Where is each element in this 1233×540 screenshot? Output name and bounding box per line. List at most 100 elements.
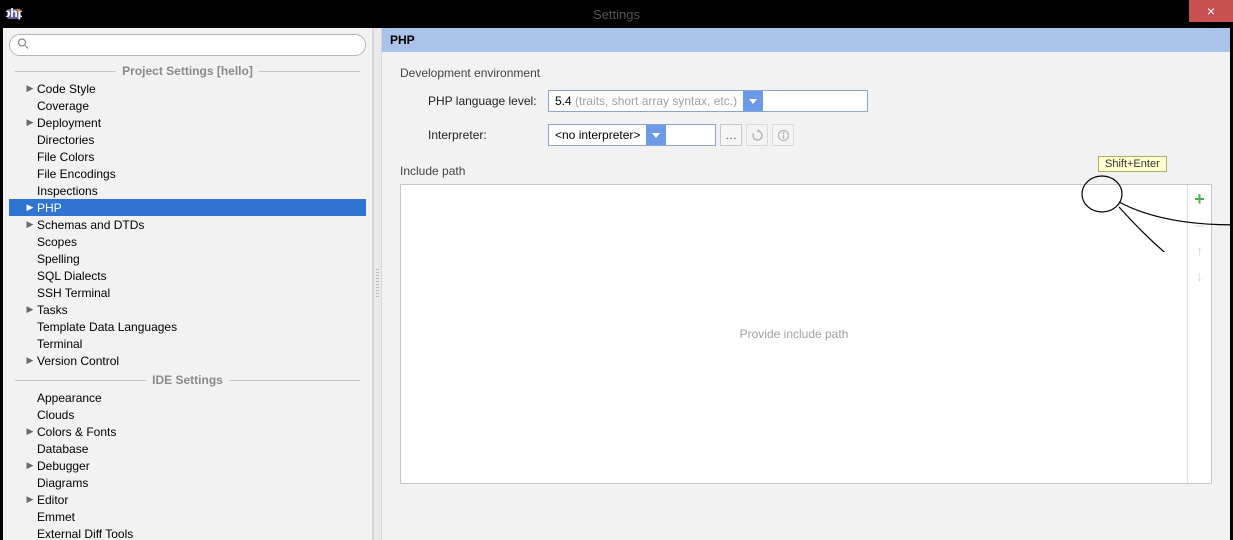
reload-icon bbox=[751, 129, 764, 142]
tree-item-label: Deployment bbox=[37, 116, 101, 130]
tree-item-label: Scopes bbox=[37, 235, 77, 249]
tree-item-clouds[interactable]: Clouds bbox=[9, 406, 366, 423]
tree-item-label: File Encodings bbox=[37, 167, 116, 181]
tree-item-label: Coverage bbox=[37, 99, 89, 113]
grip-icon bbox=[376, 269, 379, 299]
interpreter-label: Interpreter: bbox=[428, 128, 548, 142]
tree-item-file-encodings[interactable]: File Encodings bbox=[9, 165, 366, 182]
app-icon: php bbox=[6, 6, 22, 22]
remove-include-button[interactable]: − bbox=[1195, 218, 1204, 235]
expand-icon: ▶ bbox=[25, 202, 35, 213]
tree-item-label: PHP bbox=[37, 201, 62, 215]
tree-item-debugger[interactable]: ▶Debugger bbox=[9, 457, 366, 474]
expand-icon: ▶ bbox=[25, 355, 35, 366]
close-icon: × bbox=[1207, 4, 1215, 18]
interpreter-row: Interpreter: <no interpreter> … bbox=[428, 124, 1212, 146]
settings-tree[interactable]: Project Settings [hello]▶Code StyleCover… bbox=[9, 60, 366, 540]
panel-title: PHP bbox=[390, 33, 415, 47]
tree-item-label: Diagrams bbox=[37, 476, 88, 490]
lang-level-row: PHP language level: 5.4 (traits, short a… bbox=[428, 90, 1212, 112]
tree-item-coverage[interactable]: Coverage bbox=[9, 97, 366, 114]
search-wrap bbox=[9, 34, 366, 56]
tree-item-ssh-terminal[interactable]: SSH Terminal bbox=[9, 284, 366, 301]
search-icon bbox=[17, 38, 29, 53]
tree-item-label: Template Data Languages bbox=[37, 320, 177, 334]
info-icon bbox=[777, 129, 790, 142]
search-input[interactable] bbox=[9, 34, 366, 56]
titlebar: php Settings × bbox=[0, 0, 1233, 28]
tree-item-scopes[interactable]: Scopes bbox=[9, 233, 366, 250]
tree-item-external-diff-tools[interactable]: External Diff Tools bbox=[9, 525, 366, 540]
expand-icon: ▶ bbox=[25, 426, 35, 437]
window-title: Settings bbox=[593, 7, 640, 22]
tree-item-label: Spelling bbox=[37, 252, 80, 266]
tree-item-php[interactable]: ▶PHP bbox=[9, 199, 366, 216]
include-path-empty: Provide include path bbox=[401, 185, 1187, 483]
tree-item-emmet[interactable]: Emmet bbox=[9, 508, 366, 525]
resize-handle[interactable] bbox=[373, 28, 382, 540]
lang-level-combo[interactable]: 5.4 (traits, short array syntax, etc.) bbox=[548, 90, 868, 112]
tree-item-appearance[interactable]: Appearance bbox=[9, 389, 366, 406]
tree-item-spelling[interactable]: Spelling bbox=[9, 250, 366, 267]
add-include-button[interactable]: + bbox=[1194, 189, 1205, 210]
settings-sidebar: Project Settings [hello]▶Code StyleCover… bbox=[3, 28, 373, 540]
expand-icon: ▶ bbox=[25, 304, 35, 315]
tree-item-deployment[interactable]: ▶Deployment bbox=[9, 114, 366, 131]
tree-item-label: Debugger bbox=[37, 459, 90, 473]
tree-section-header: IDE Settings bbox=[9, 373, 366, 387]
dialog-body: Project Settings [hello]▶Code StyleCover… bbox=[3, 28, 1230, 540]
expand-icon: ▶ bbox=[25, 219, 35, 230]
interpreter-browse-button[interactable]: … bbox=[720, 124, 742, 146]
tree-item-label: Code Style bbox=[37, 82, 96, 96]
lang-level-value: 5.4 (traits, short array syntax, etc.) bbox=[549, 94, 743, 108]
tree-item-label: Clouds bbox=[37, 408, 74, 422]
tree-item-label: Editor bbox=[37, 493, 68, 507]
tree-item-label: SQL Dialects bbox=[37, 269, 107, 283]
shortcut-tooltip: Shift+Enter bbox=[1098, 156, 1167, 172]
interpreter-combo[interactable]: <no interpreter> bbox=[548, 124, 716, 146]
include-toolbar: + − ↑ ↓ bbox=[1187, 185, 1211, 483]
include-path-list[interactable]: Provide include path + − ↑ ↓ bbox=[400, 184, 1212, 484]
interpreter-info-button[interactable] bbox=[772, 124, 794, 146]
ellipsis-icon: … bbox=[725, 128, 737, 142]
settings-main: PHP Development environment PHP language… bbox=[382, 28, 1230, 540]
tree-item-inspections[interactable]: Inspections bbox=[9, 182, 366, 199]
include-placeholder: Provide include path bbox=[740, 327, 849, 341]
expand-icon: ▶ bbox=[25, 117, 35, 128]
expand-icon: ▶ bbox=[25, 83, 35, 94]
tree-item-label: Terminal bbox=[37, 337, 82, 351]
tree-item-version-control[interactable]: ▶Version Control bbox=[9, 352, 366, 369]
panel-body: Development environment PHP language lev… bbox=[382, 52, 1230, 540]
move-down-button[interactable]: ↓ bbox=[1196, 268, 1204, 285]
tree-item-label: SSH Terminal bbox=[37, 286, 110, 300]
tree-item-label: External Diff Tools bbox=[37, 527, 133, 540]
tree-item-label: Inspections bbox=[37, 184, 98, 198]
tree-item-database[interactable]: Database bbox=[9, 440, 366, 457]
dev-env-section: Development environment bbox=[400, 66, 1212, 80]
tree-item-template-data-languages[interactable]: Template Data Languages bbox=[9, 318, 366, 335]
close-button[interactable]: × bbox=[1189, 0, 1233, 22]
tree-item-schemas-and-dtds[interactable]: ▶Schemas and DTDs bbox=[9, 216, 366, 233]
tree-item-file-colors[interactable]: File Colors bbox=[9, 148, 366, 165]
dropdown-arrow-icon bbox=[646, 125, 666, 145]
tree-item-terminal[interactable]: Terminal bbox=[9, 335, 366, 352]
tree-item-sql-dialects[interactable]: SQL Dialects bbox=[9, 267, 366, 284]
panel-header: PHP bbox=[382, 28, 1230, 52]
svg-text:php: php bbox=[6, 6, 22, 20]
tree-item-diagrams[interactable]: Diagrams bbox=[9, 474, 366, 491]
tree-item-tasks[interactable]: ▶Tasks bbox=[9, 301, 366, 318]
expand-icon: ▶ bbox=[25, 494, 35, 505]
tree-item-label: File Colors bbox=[37, 150, 94, 164]
tree-item-editor[interactable]: ▶Editor bbox=[9, 491, 366, 508]
tree-item-colors-fonts[interactable]: ▶Colors & Fonts bbox=[9, 423, 366, 440]
tree-item-label: Directories bbox=[37, 133, 94, 147]
tree-section-header: Project Settings [hello] bbox=[9, 64, 366, 78]
tree-item-label: Schemas and DTDs bbox=[37, 218, 144, 232]
lang-level-label: PHP language level: bbox=[428, 94, 548, 108]
interpreter-value: <no interpreter> bbox=[549, 128, 646, 142]
tree-item-code-style[interactable]: ▶Code Style bbox=[9, 80, 366, 97]
interpreter-reload-button[interactable] bbox=[746, 124, 768, 146]
tree-item-label: Database bbox=[37, 442, 88, 456]
tree-item-directories[interactable]: Directories bbox=[9, 131, 366, 148]
move-up-button[interactable]: ↑ bbox=[1196, 243, 1204, 260]
